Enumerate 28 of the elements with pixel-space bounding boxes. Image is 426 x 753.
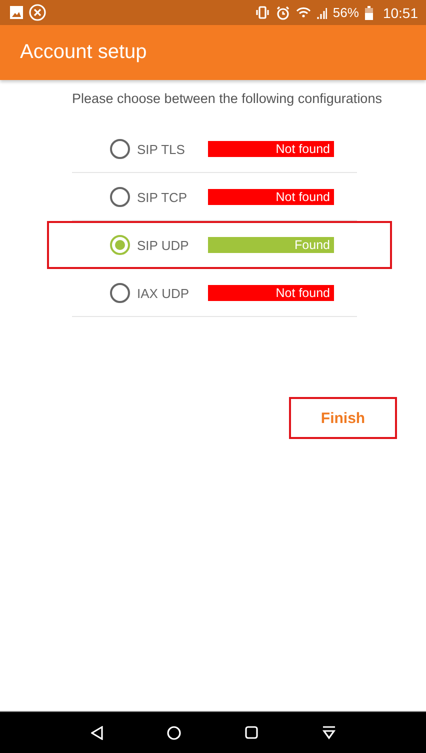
recents-icon[interactable]: [244, 726, 258, 739]
vibrate-icon: [254, 6, 270, 19]
battery-percent: 56%: [332, 5, 359, 20]
status-label: Found: [208, 237, 334, 253]
hide-keyboard-icon[interactable]: [322, 726, 336, 740]
home-icon[interactable]: [166, 726, 180, 740]
configuration-label: SIP UDP: [137, 238, 190, 252]
finish-button[interactable]: Finish: [289, 397, 397, 439]
alarm-icon: [276, 6, 290, 20]
status-label: Not found: [208, 189, 334, 205]
status-label: Not found: [208, 285, 334, 301]
wifi-icon: [296, 6, 311, 20]
radio-button[interactable]: [110, 235, 130, 255]
image-icon: [10, 6, 23, 19]
configuration-label: SIP TLS: [137, 142, 186, 156]
radio-button[interactable]: [110, 187, 130, 207]
back-icon[interactable]: [90, 726, 102, 740]
configuration-label: SIP TCP: [137, 190, 188, 204]
battery-icon: [364, 6, 373, 20]
radio-button[interactable]: [110, 139, 130, 159]
clock: 10:51: [382, 4, 418, 20]
configuration-label: IAX UDP: [137, 286, 190, 300]
signal-icon: [316, 6, 327, 18]
status-label: Not found: [208, 141, 334, 157]
instruction-text: Please choose between the following configurations: [72, 91, 383, 106]
app-bar-title: Account setup: [20, 41, 147, 64]
close-icon: [29, 4, 46, 21]
radio-button[interactable]: [110, 283, 130, 303]
